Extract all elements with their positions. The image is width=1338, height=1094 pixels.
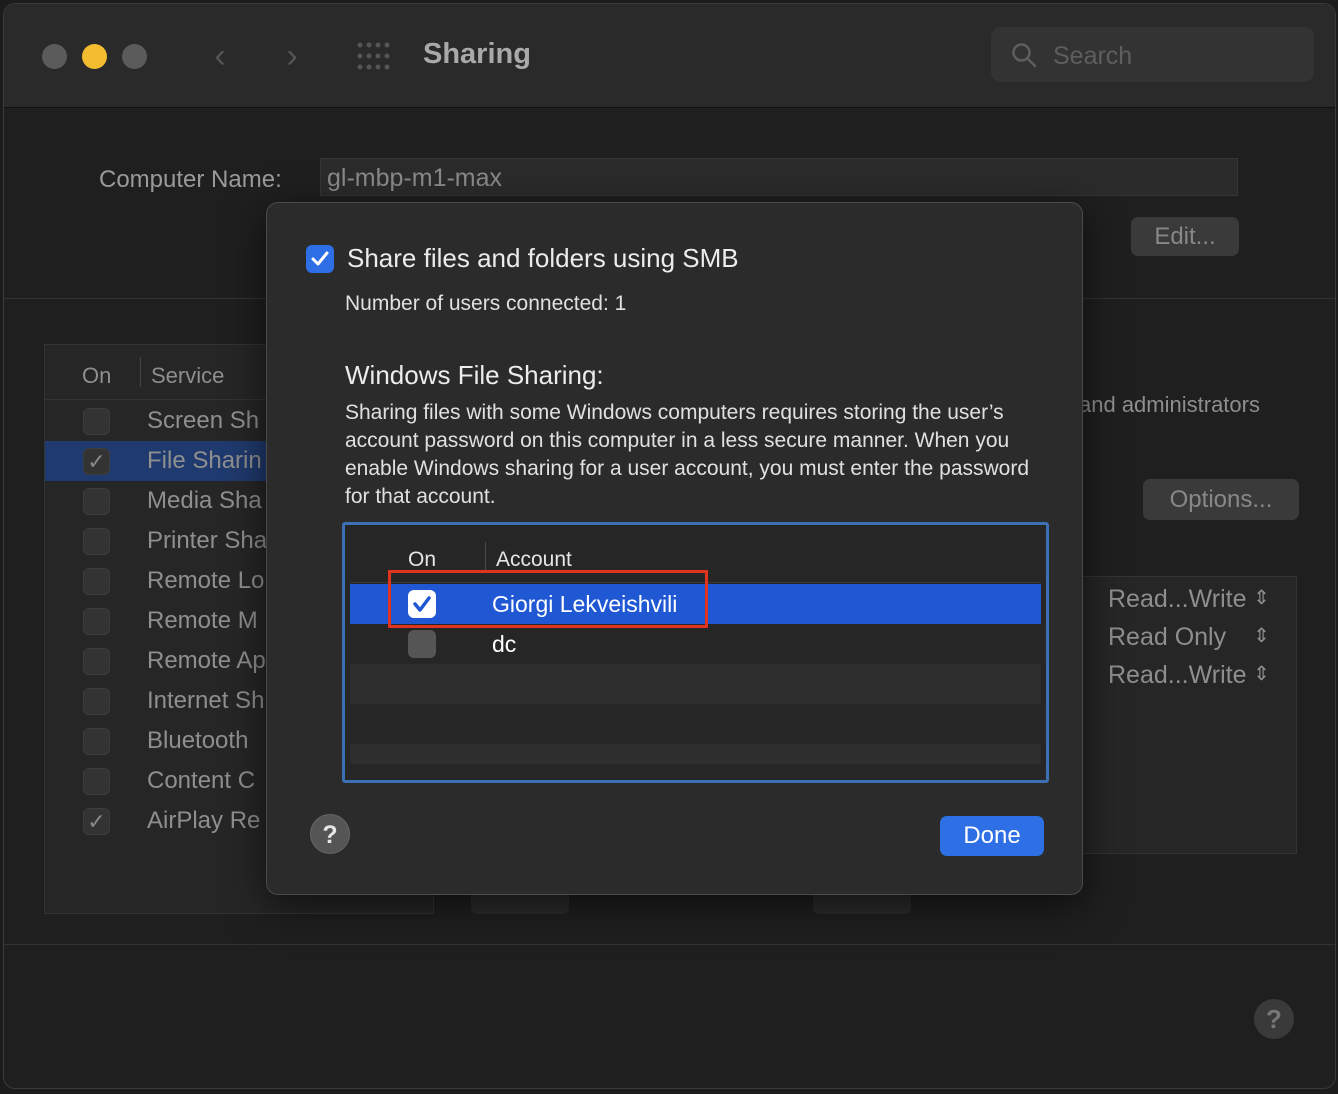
service-label: Remote Lo (147, 567, 265, 594)
service-checkbox[interactable] (83, 688, 110, 715)
minimize-window-button[interactable] (82, 44, 107, 69)
service-checkbox[interactable]: ✓ (83, 448, 110, 475)
search-placeholder: Search (1053, 42, 1133, 70)
empty-row (350, 664, 1041, 704)
service-label: Media Sha (147, 487, 262, 514)
service-checkbox[interactable] (83, 408, 110, 435)
service-checkbox[interactable] (83, 488, 110, 515)
close-window-button[interactable] (42, 44, 67, 69)
account-row[interactable]: dc (350, 624, 1041, 664)
windows-file-sharing-description: Sharing files with some Windows computer… (345, 401, 1030, 508)
account-checkbox[interactable] (408, 630, 436, 658)
service-label: Content C (147, 767, 256, 794)
service-checkbox[interactable] (83, 728, 110, 755)
annotation-highlight-box (388, 570, 708, 628)
window-title: Sharing (423, 38, 531, 70)
permission-label: Read...Write (1108, 661, 1247, 689)
service-label: AirPlay Re (147, 807, 261, 834)
computer-name-field[interactable]: gl-mbp-m1-max (320, 158, 1238, 196)
title-bar: ‹ › Sharing Search (4, 4, 1335, 108)
updown-arrows-icon: ⇕ (1253, 625, 1270, 647)
windows-file-sharing-title: Windows File Sharing: (345, 360, 604, 390)
account-name: dc (492, 631, 517, 657)
help-button[interactable]: ? (1254, 999, 1294, 1039)
done-button[interactable]: Done (940, 816, 1044, 856)
service-checkbox[interactable] (83, 648, 110, 675)
permission-label: Read Only (1108, 623, 1227, 651)
permission-label: Read...Write (1108, 585, 1247, 613)
permission-popup[interactable]: Read...Write ⇕ (1108, 661, 1270, 690)
add-remove-folder-buttons[interactable] (471, 892, 569, 914)
service-label: Screen Sh (147, 407, 260, 434)
search-icon (1011, 42, 1037, 73)
service-checkbox[interactable] (83, 528, 110, 555)
service-label: Printer Sha (147, 527, 268, 554)
accounts-col-on: On (408, 548, 437, 571)
permission-popup[interactable]: Read...Write ⇕ (1108, 585, 1270, 614)
forward-chevron-icon[interactable]: › (274, 36, 310, 76)
service-checkbox[interactable] (83, 768, 110, 795)
service-label: File Sharin (147, 447, 262, 474)
empty-row (350, 704, 1041, 744)
smb-label: Share files and folders using SMB (347, 243, 739, 273)
column-divider (485, 542, 486, 572)
users-connected-text: Number of users connected: 1 (345, 292, 627, 315)
updown-arrows-icon: ⇕ (1253, 663, 1270, 685)
sheet-help-button[interactable]: ? (310, 814, 350, 854)
service-label: Bluetooth (147, 727, 249, 754)
updown-arrows-icon: ⇕ (1253, 587, 1270, 609)
search-field[interactable]: Search (991, 27, 1314, 82)
service-label: Remote M (147, 607, 258, 634)
services-col-on: On (82, 363, 112, 388)
permissions-list: Read...Write ⇕ Read Only ⇕ Read...Write … (1082, 576, 1297, 854)
smb-checkbox[interactable] (306, 245, 334, 273)
admins-text: and administrators (1079, 392, 1260, 417)
service-checkbox[interactable] (83, 568, 110, 595)
service-checkbox[interactable]: ✓ (83, 808, 110, 835)
accounts-table: On Account Giorgi Lekveishvili dc (342, 522, 1049, 783)
service-checkbox[interactable] (83, 608, 110, 635)
checkmark-icon (311, 251, 329, 266)
zoom-window-button[interactable] (122, 44, 147, 69)
accounts-col-account: Account (496, 548, 572, 571)
smb-options-sheet: Share files and folders using SMB Number… (266, 202, 1083, 895)
show-all-grid-icon[interactable] (356, 41, 392, 71)
permission-popup[interactable]: Read Only ⇕ (1108, 623, 1270, 652)
service-label: Remote Ap (147, 647, 266, 674)
services-col-service: Service (151, 363, 225, 388)
service-label: Internet Sh (147, 687, 265, 714)
back-chevron-icon[interactable]: ‹ (202, 36, 238, 76)
sharing-window: ‹ › Sharing Search Computer Name: gl-mbp… (3, 3, 1336, 1089)
edit-button[interactable]: Edit... (1131, 217, 1239, 256)
bottom-section (4, 944, 1335, 1088)
computer-name-label: Computer Name: (99, 166, 282, 193)
add-remove-user-buttons[interactable] (813, 892, 911, 914)
empty-row (350, 744, 1041, 764)
column-divider (140, 357, 141, 387)
options-button[interactable]: Options... (1143, 479, 1299, 520)
